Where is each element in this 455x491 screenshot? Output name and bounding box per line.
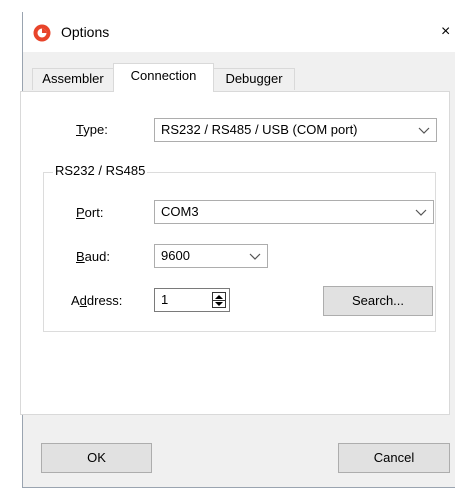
tab-assembler[interactable]: Assembler — [32, 68, 114, 90]
address-label: Address: — [71, 293, 123, 308]
baud-select[interactable]: 9600 — [154, 244, 268, 268]
tab-connection[interactable]: Connection — [113, 63, 214, 92]
spin-arrows-icon[interactable] — [212, 292, 226, 308]
chevron-down-icon — [249, 253, 261, 260]
group-legend: RS232 / RS485 — [53, 163, 148, 178]
port-label: Port: — [76, 205, 104, 220]
app-logo-icon — [33, 24, 51, 42]
ok-button[interactable]: OK — [41, 443, 152, 473]
port-select[interactable]: COM3 — [154, 200, 434, 224]
search-button[interactable]: Search... — [323, 286, 433, 316]
type-label: Type: — [76, 122, 108, 137]
baud-select-value: 9600 — [161, 248, 190, 263]
close-icon[interactable]: × — [441, 23, 455, 41]
chevron-down-icon — [418, 127, 430, 134]
tab-debugger[interactable]: Debugger — [213, 68, 295, 90]
type-select[interactable]: RS232 / RS485 / USB (COM port) — [154, 118, 437, 142]
port-select-value: COM3 — [161, 204, 199, 219]
type-select-value: RS232 / RS485 / USB (COM port) — [161, 122, 358, 137]
cancel-button[interactable]: Cancel — [338, 443, 450, 473]
address-value: 1 — [161, 292, 169, 307]
baud-label: Baud: — [76, 249, 110, 264]
tab-panel-connection: Type: RS232 / RS485 / USB (COM port) RS2… — [20, 91, 450, 415]
chevron-down-icon — [415, 209, 427, 216]
title-bar: Options × — [23, 12, 455, 52]
window-title: Options — [61, 24, 110, 40]
address-spinbox[interactable]: 1 — [154, 288, 230, 312]
